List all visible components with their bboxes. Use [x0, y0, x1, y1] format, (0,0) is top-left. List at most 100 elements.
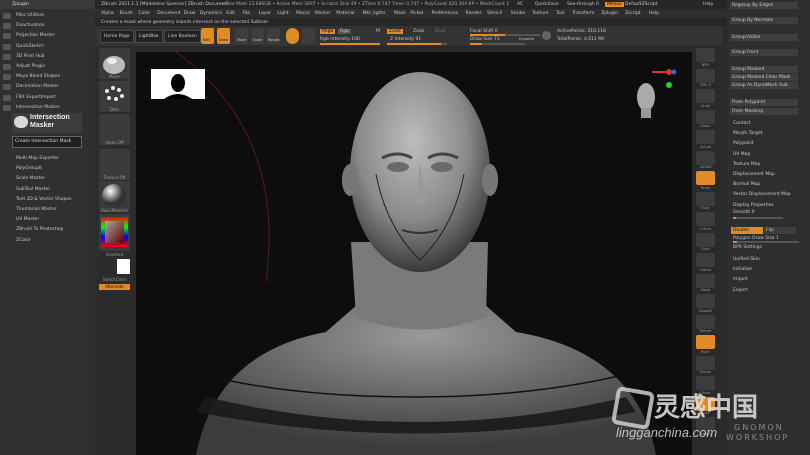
draw-size-track[interactable]: [470, 43, 525, 45]
menu-marker[interactable]: Marker: [315, 11, 331, 16]
menu-help[interactable]: Help: [649, 11, 659, 16]
menu-alpha[interactable]: Alpha: [101, 11, 114, 16]
tool-floor-button[interactable]: [696, 191, 715, 206]
rotate-button[interactable]: Rotate: [267, 28, 280, 44]
subpalette-unified-skin[interactable]: Unified Skin: [733, 256, 760, 264]
plugin-item-subtool-master[interactable]: SubTool Master: [16, 186, 50, 194]
tool-scroll-button[interactable]: [696, 89, 715, 103]
plugin-item-intersection-master[interactable]: Intersection Master: [16, 104, 60, 112]
plugin-item-thumbnail-master[interactable]: Thumbnail Master: [16, 206, 57, 214]
group-masked-button[interactable]: Group Masked: [730, 66, 798, 73]
from-masking-button[interactable]: From Masking: [730, 108, 798, 115]
menu-document[interactable]: Document: [157, 11, 180, 16]
subpalette-vector-displacement-map[interactable]: Vector Displacement Map: [733, 191, 791, 199]
tool-rotate-button[interactable]: [696, 314, 715, 329]
subpalette-display-properties[interactable]: Display Properties: [733, 202, 774, 210]
draw-size-slider[interactable]: Draw Size 73: [470, 37, 500, 42]
dynamic-icon[interactable]: [542, 31, 551, 40]
double-button[interactable]: Double: [731, 227, 763, 234]
menu-dynamics[interactable]: Dynamics: [200, 11, 222, 16]
subpalette-normal-map[interactable]: Normal Map: [733, 181, 760, 189]
subpalette-export[interactable]: Export: [733, 287, 748, 295]
edit-button[interactable]: Edit: [201, 28, 214, 44]
canvas-viewport[interactable]: [136, 52, 692, 455]
menu-material[interactable]: Material: [336, 11, 354, 16]
sphere-brush-icon[interactable]: [286, 28, 299, 44]
z-intensity-track[interactable]: [387, 43, 447, 45]
tool-actual-button[interactable]: [696, 130, 715, 144]
subpalette-initialize[interactable]: Initialize: [733, 266, 752, 274]
zadd-button[interactable]: Zadd: [387, 29, 403, 34]
switch-color-label[interactable]: SwitchColor: [99, 277, 130, 282]
menu-mask[interactable]: Mask: [394, 11, 406, 16]
group-visible-button[interactable]: GroupVisible: [730, 34, 798, 41]
tool-spix-3-button[interactable]: [696, 68, 715, 83]
focal-shift-track[interactable]: [470, 34, 540, 36]
alternate-button[interactable]: Alternate: [99, 284, 130, 290]
plugin-item-quicksketch[interactable]: QuickSketch: [16, 43, 44, 51]
plugin-item-zbrush-to-photoshop[interactable]: ZBrush To Photoshop: [16, 226, 63, 234]
mrgb-button[interactable]: Mrgb: [320, 29, 336, 34]
tool-move-button[interactable]: [696, 273, 715, 288]
tool-aahalf-button[interactable]: [696, 150, 715, 165]
plugin-item-misc-utilities[interactable]: Misc Utilities: [16, 12, 44, 20]
tool-frame-button[interactable]: [696, 253, 715, 267]
color-picker[interactable]: [99, 214, 130, 251]
z-intensity-slider[interactable]: Z Intensity 91: [390, 37, 421, 42]
subpalette-contact[interactable]: Contact: [733, 120, 751, 128]
rgb-intensity-track[interactable]: [320, 43, 380, 45]
dynamic-toggle[interactable]: Dynamic: [519, 37, 534, 41]
help-button[interactable]: Help: [703, 2, 713, 7]
plugin-item-maya-blend-shapes[interactable]: Maya Blend Shapes: [16, 73, 60, 81]
menu-preferences[interactable]: Preferences: [432, 11, 458, 16]
flip-button[interactable]: Flip: [764, 227, 796, 234]
group-front-button[interactable]: Group Front: [730, 49, 798, 56]
menu-texture[interactable]: Texture: [532, 11, 548, 16]
tool-gxyz-button[interactable]: [696, 232, 715, 247]
bpr-settings-button[interactable]: BPR Settings: [733, 245, 762, 250]
menu-tool[interactable]: Tool: [556, 11, 565, 16]
smooth-track[interactable]: [733, 217, 783, 219]
tool-zoom-button[interactable]: [696, 109, 715, 124]
group-by-normals-button[interactable]: Group By Normals: [730, 17, 798, 24]
plugin-item-fbx-exportimport[interactable]: FBX ExportImport: [16, 94, 56, 102]
subpalette-displacement-map[interactable]: Displacement Map: [733, 171, 775, 179]
ac-button[interactable]: AC: [517, 2, 523, 7]
plugin-item-polygroupit[interactable]: PolyGroupIt: [16, 165, 42, 173]
tool-bpr-button[interactable]: [696, 48, 715, 62]
zcut-button[interactable]: Zcut: [435, 29, 445, 34]
plugin-item-adjust-plugin[interactable]: Adjust Plugin: [16, 63, 45, 71]
menu-zplugin[interactable]: Zplugin: [601, 11, 618, 16]
move-button[interactable]: Move: [235, 28, 248, 44]
menu-edit[interactable]: Edit: [226, 11, 235, 16]
menu-draw[interactable]: Draw: [184, 11, 196, 16]
group-masked-clear-mask-button[interactable]: Group Masked Clear Mask: [730, 74, 798, 81]
plugin-item-deactivation[interactable]: Deactivation: [16, 22, 45, 30]
subpalette-texture-map[interactable]: Texture Map: [733, 161, 760, 169]
tab-home-page[interactable]: Home Page: [100, 30, 134, 43]
subpalette-polypaint[interactable]: Polypaint: [733, 140, 754, 148]
subpalette-uv-map[interactable]: UV Map: [733, 151, 750, 159]
polygon-draw-size-track[interactable]: [733, 241, 799, 243]
default-zscript-button[interactable]: DefaultZScript: [625, 2, 658, 7]
menu-zscript[interactable]: Zscript: [625, 11, 641, 16]
menu-light[interactable]: Light: [277, 11, 288, 16]
plugin-item-multi-map-exporter[interactable]: Multi Map Exporter: [16, 155, 59, 163]
group-as-dynamesh-button[interactable]: Group As DynaMesh Sub: [730, 82, 798, 89]
zsub-button[interactable]: Zsub: [413, 29, 424, 34]
material-swatch-icon[interactable]: [302, 28, 315, 44]
plugin-item-text-3d-vector-shapes[interactable]: Text 3D & Vector Shapes: [16, 196, 71, 204]
tab-live-boolean[interactable]: Live Boolean: [164, 30, 201, 43]
menu-file[interactable]: File: [242, 11, 250, 16]
tool-l-sym-button[interactable]: [696, 212, 715, 226]
rgb-intensity-slider[interactable]: Rgb Intensity 100: [320, 37, 360, 42]
menu-transform[interactable]: Transform: [572, 11, 594, 16]
regroup-by-edges-button[interactable]: Regroup By Edges: [730, 2, 798, 9]
quicksave-button[interactable]: QuickSave: [535, 2, 559, 7]
menu-stencil[interactable]: Stencil: [487, 11, 502, 16]
menu-macro[interactable]: Macro: [296, 11, 310, 16]
menu-render[interactable]: Render: [466, 11, 482, 16]
plugin-item-projection-master[interactable]: Projection Master: [16, 32, 55, 40]
menu-stroke[interactable]: Stroke: [511, 11, 525, 16]
main-color-swatch[interactable]: [117, 259, 130, 274]
